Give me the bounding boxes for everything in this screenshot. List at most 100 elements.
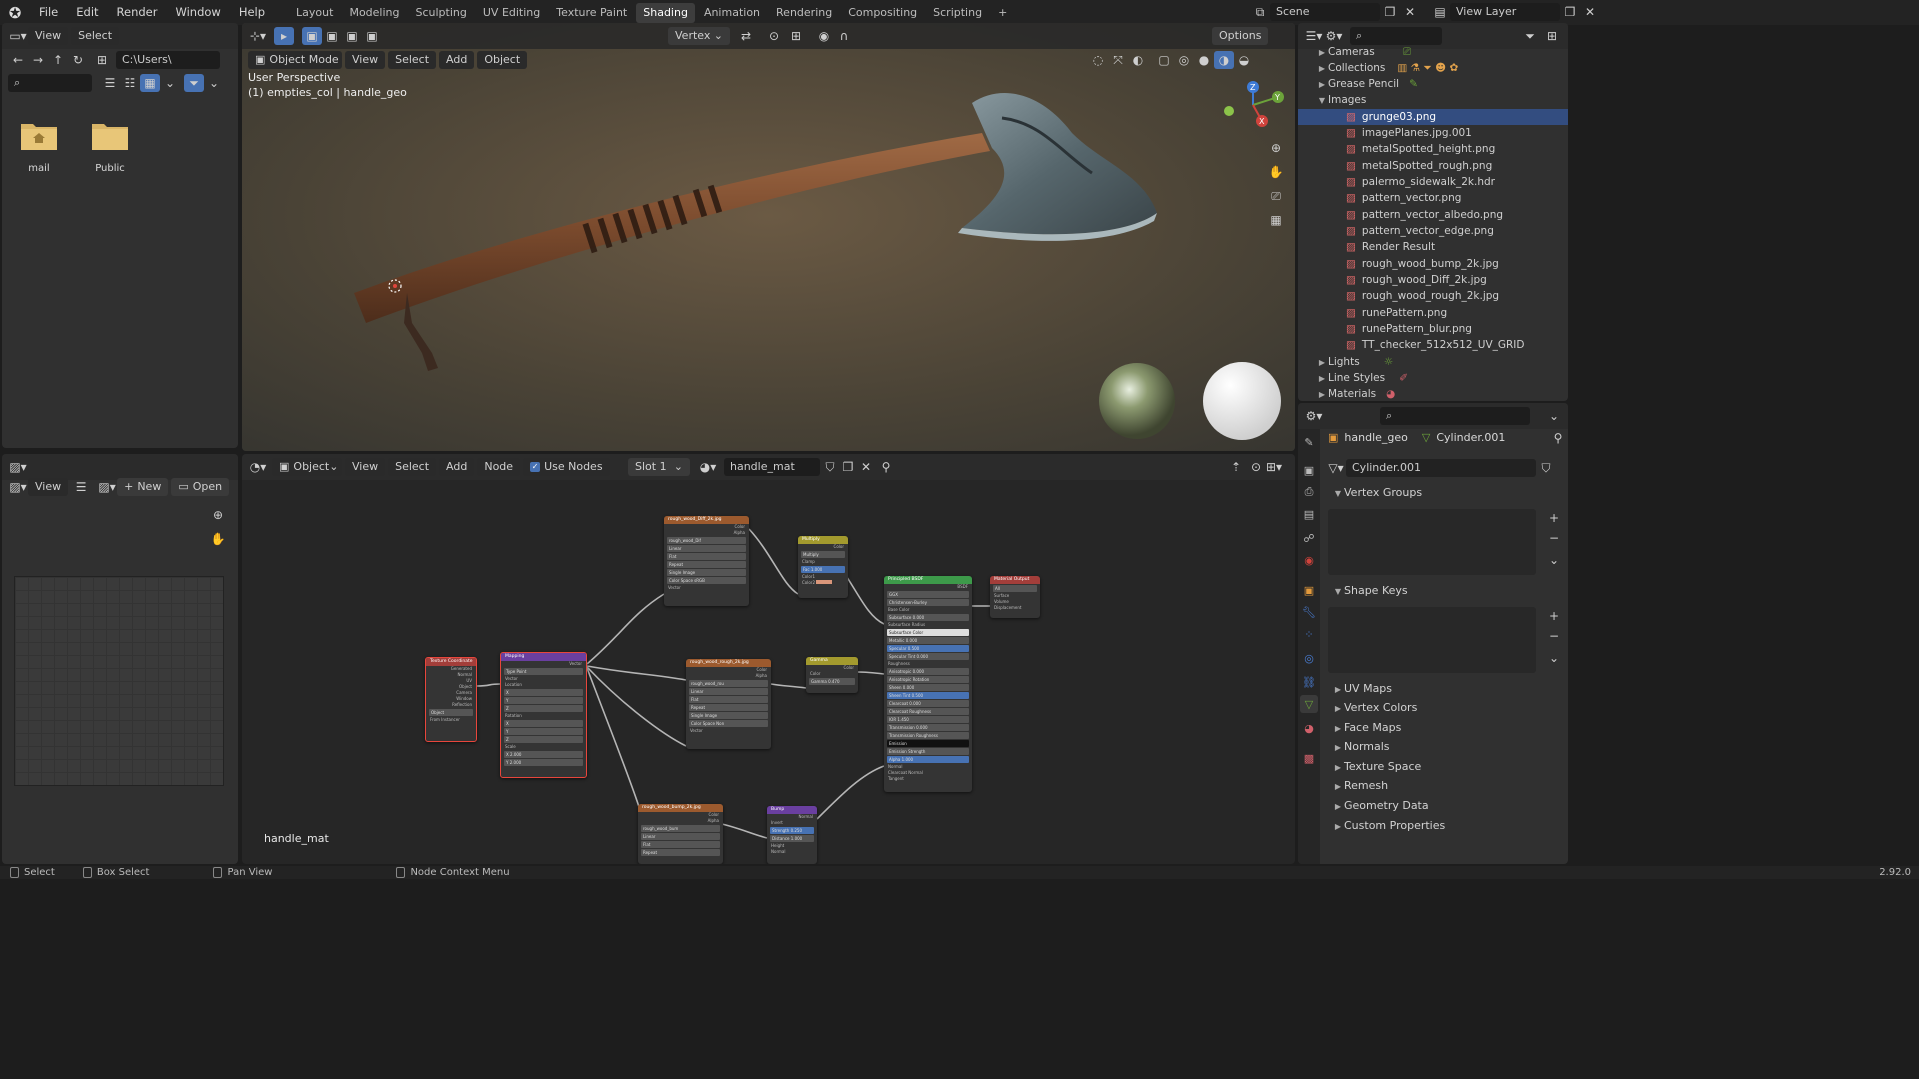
vg-add-icon[interactable]: +	[1544, 509, 1564, 527]
texture-tab-icon[interactable]: ▩	[1300, 749, 1318, 767]
node-multiply[interactable]: Multiply Color Multiply Clamp Fac 1.000 Colo…	[798, 536, 848, 598]
display-dropdown-icon[interactable]: ⌄	[160, 74, 180, 92]
3d-viewport[interactable]: ⊹▾ ▸ ▣ ▣ ▣ ▣ Vertex ⌄ ⇄ ⊙ ⊞ ◉ ∩ Options ▣…	[242, 23, 1295, 451]
node-add-menu[interactable]: Add	[439, 458, 475, 476]
list-view-icon[interactable]: ☰	[100, 74, 120, 92]
path-field[interactable]: C:\Users\	[116, 51, 220, 69]
image-row-0[interactable]: ▨ grunge03.png	[1298, 109, 1568, 125]
blender-logo-icon[interactable]: ✪	[0, 4, 30, 22]
node-editor[interactable]: ◔▾ ▣ Object ⌄ View Select Add Node ✓ Use No…	[242, 454, 1295, 864]
node-image-texture-diff[interactable]: rough_wood_Diff_2k.jpg Color Alpha rough_w…	[664, 516, 749, 606]
node-select-menu[interactable]: Select	[388, 458, 437, 476]
select-mode-subtract-icon[interactable]: ▣	[342, 27, 362, 45]
editor-type-icon[interactable]: ⚙▾	[1304, 407, 1324, 425]
image-view-menu[interactable]: View	[28, 478, 69, 496]
xray-icon[interactable]: ▢	[1154, 51, 1174, 69]
outliner-item-line-styles[interactable]: ▶ Line Styles ✐	[1298, 370, 1568, 386]
ortho-grid-icon[interactable]: ▦	[1266, 211, 1286, 229]
outliner-item-cameras[interactable]: ▶ Cameras ⎚	[1298, 44, 1568, 60]
overlay-icon[interactable]: ◐	[1128, 51, 1148, 69]
shape-keys-list[interactable]	[1328, 607, 1536, 673]
unlink-material-icon[interactable]: ✕	[856, 458, 876, 476]
image-row-6[interactable]: ▨ pattern_vector_albedo.png	[1298, 207, 1568, 223]
viewport-object-menu[interactable]: Object	[477, 51, 528, 69]
node-view-menu[interactable]: View	[345, 458, 386, 476]
image-row-8[interactable]: ▨ Render Result	[1298, 239, 1568, 255]
tab-modeling[interactable]: Modeling	[342, 3, 406, 23]
viewport-add-menu[interactable]: Add	[439, 51, 475, 69]
open-image-button[interactable]: ▭ Open	[171, 478, 230, 496]
mesh-browse-icon[interactable]: ▽▾	[1326, 459, 1346, 477]
image-row-1[interactable]: ▨ imagePlanes.jpg.001	[1298, 125, 1568, 141]
image-row-13[interactable]: ▨ runePattern_blur.png	[1298, 321, 1568, 337]
gizmo-icon[interactable]: ⤧	[1108, 51, 1128, 69]
camera-view-icon[interactable]: ⎚	[1266, 187, 1286, 205]
scene-tab-icon[interactable]: ☍	[1300, 529, 1318, 547]
tab-compositing[interactable]: Compositing	[841, 3, 924, 23]
forward-icon[interactable]: →	[28, 51, 48, 69]
viewport-select-menu[interactable]: Select	[388, 51, 437, 69]
physics-tab-icon[interactable]: ◎	[1300, 649, 1318, 667]
folder-public[interactable]: Public	[88, 118, 132, 174]
image-row-11[interactable]: ▨ rough_wood_rough_2k.jpg	[1298, 288, 1568, 304]
transform-orientation-icon[interactable]: ⇄	[736, 27, 756, 45]
outliner-item-images[interactable]: ▼ Images	[1298, 92, 1568, 108]
section-texture-space[interactable]: ▶ Texture Space	[1324, 757, 1563, 777]
menu-edit[interactable]: Edit	[67, 0, 107, 25]
section-vertex-groups[interactable]: ▼ Vertex Groups	[1324, 483, 1563, 503]
node-gamma[interactable]: Gamma Color Color Gamma 0.470	[806, 657, 858, 693]
parent-dir-icon[interactable]: ↑	[48, 51, 68, 69]
uv-grid-canvas[interactable]	[14, 576, 224, 786]
pan-hand-icon[interactable]: ✋	[208, 530, 228, 548]
modifier-tab-icon[interactable]: 🔧︎	[1300, 603, 1318, 621]
shading-wireframe-icon[interactable]: ◎	[1174, 51, 1194, 69]
folder-mail[interactable]: mail	[17, 118, 61, 174]
select-tool-icon[interactable]: ▸	[274, 27, 294, 45]
shading-material-icon[interactable]: ◑	[1214, 51, 1234, 69]
parent-node-tree-icon[interactable]: ⇡	[1226, 458, 1246, 476]
sk-specials-icon[interactable]: ⌄	[1544, 649, 1564, 667]
output-tab-icon[interactable]: ⎙	[1300, 483, 1318, 501]
outliner-item-lights[interactable]: ▶ Lights ☼	[1298, 354, 1568, 370]
fake-user-icon[interactable]: ⛉	[1536, 459, 1556, 477]
image-row-2[interactable]: ▨ metalSpotted_height.png	[1298, 141, 1568, 157]
node-bump[interactable]: Bump Normal Invert Strength 0.250 Distance …	[767, 806, 817, 864]
material-name-field[interactable]: handle_mat	[724, 458, 820, 476]
section-geometry-data[interactable]: ▶ Geometry Data	[1324, 796, 1563, 816]
pivot-dropdown[interactable]: Vertex ⌄	[668, 27, 730, 45]
image-row-4[interactable]: ▨ palermo_sidewalk_2k.hdr	[1298, 174, 1568, 190]
data-tab-icon[interactable]: ▽	[1300, 695, 1318, 713]
tab-sculpting[interactable]: Sculpting	[409, 3, 474, 23]
view-layer-close-icon[interactable]: ✕	[1580, 3, 1600, 21]
snap-icon[interactable]: ⊙	[1246, 458, 1266, 476]
node-image-texture-bump[interactable]: rough_wood_bump_2k.jpg Color Alpha rough_w…	[638, 804, 723, 864]
fake-user-icon[interactable]: ⛉	[820, 458, 840, 476]
tab-uv-editing[interactable]: UV Editing	[476, 3, 547, 23]
options-dropdown[interactable]: Options	[1212, 27, 1269, 45]
node-material-output[interactable]: Material Output All Surface Volume Displace…	[990, 576, 1040, 618]
sk-remove-icon[interactable]: −	[1544, 627, 1564, 645]
filter-icon[interactable]: ⏷	[184, 74, 204, 92]
thumb-list-icon[interactable]: ☷	[120, 74, 140, 92]
scene-field[interactable]: Scene	[1270, 3, 1380, 21]
properties-search-input[interactable]: ⌕	[1380, 407, 1530, 425]
tab-scripting[interactable]: Scripting	[926, 3, 989, 23]
scene-close-icon[interactable]: ✕	[1400, 3, 1420, 21]
scene-copy-icon[interactable]: ❐	[1380, 3, 1400, 21]
section-remesh[interactable]: ▶ Remesh	[1324, 776, 1563, 796]
editor-type-icon[interactable]: ◔▾	[248, 458, 268, 476]
constraints-tab-icon[interactable]: ⛓	[1300, 673, 1318, 691]
use-nodes-checkbox[interactable]: ✓ Use Nodes	[523, 458, 610, 476]
mesh-data-field[interactable]: Cylinder.001	[1346, 459, 1536, 477]
image-row-14[interactable]: ▨ TT_checker_512x512_UV_GRID	[1298, 337, 1568, 353]
duplicate-material-icon[interactable]: ❐	[838, 458, 858, 476]
outliner-item-collections[interactable]: ▶ Collections ▥ ⚗ ⏷ ☻ ✿	[1298, 60, 1568, 76]
section-face-maps[interactable]: ▶ Face Maps	[1324, 718, 1563, 738]
new-folder-icon[interactable]: ⊞	[92, 51, 112, 69]
section-normals[interactable]: ▶ Normals	[1324, 737, 1563, 757]
thumbnail-view-icon[interactable]: ▦	[140, 74, 160, 92]
image-row-3[interactable]: ▨ metalSpotted_rough.png	[1298, 158, 1568, 174]
material-browse-icon[interactable]: ◕▾	[698, 458, 718, 476]
shader-type-dropdown[interactable]: ▣ Object ⌄	[272, 458, 342, 476]
options-dropdown-icon[interactable]: ⌄	[1544, 407, 1564, 425]
